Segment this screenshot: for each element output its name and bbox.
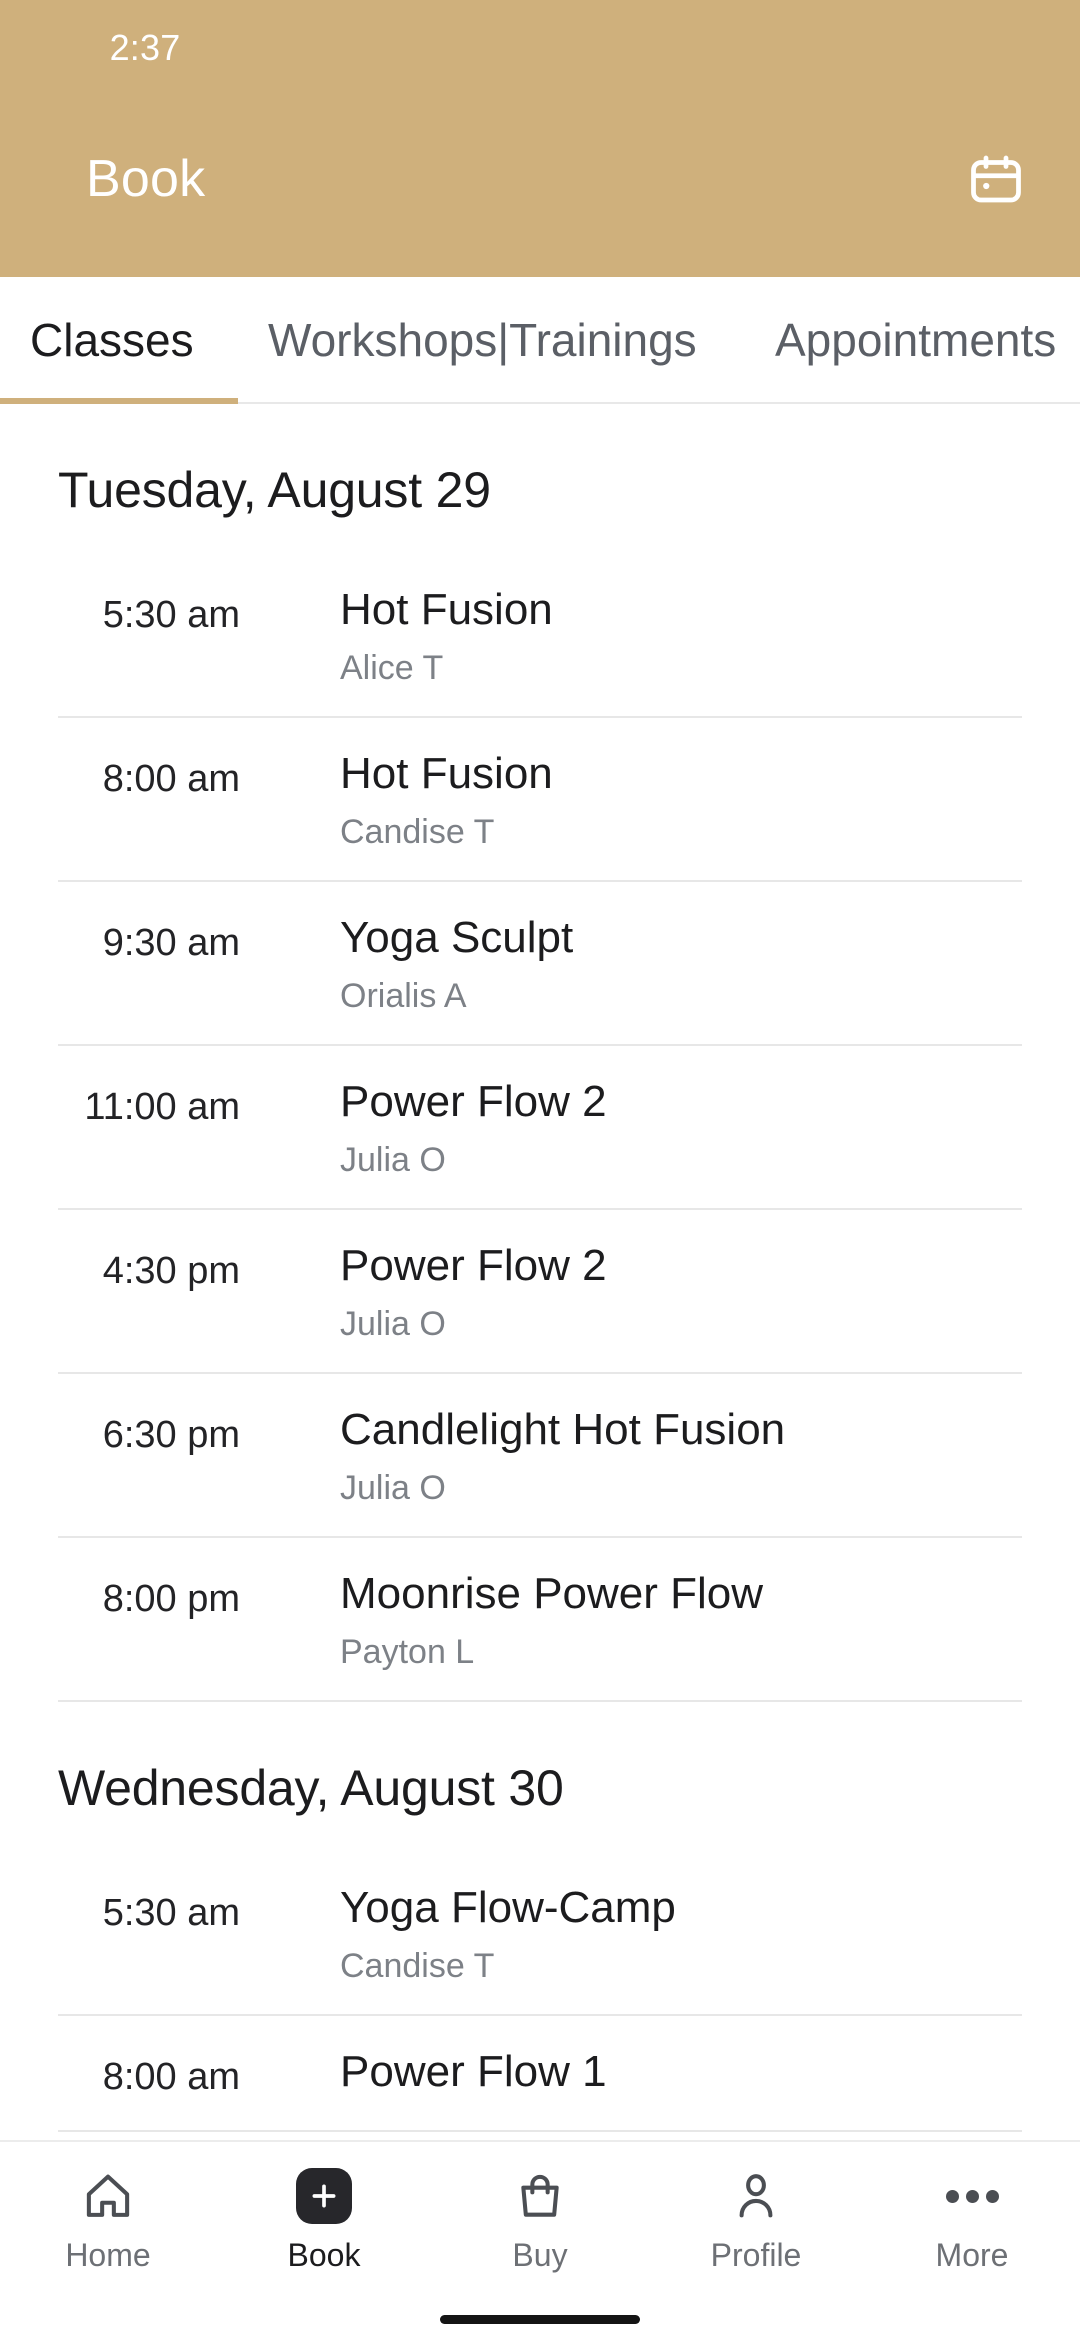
class-details: Hot Fusion Candise T [340, 746, 553, 856]
class-details: Power Flow 2 Julia O [340, 1238, 607, 1348]
class-details: Power Flow 2 Julia O [340, 1074, 607, 1184]
class-list-item[interactable]: 5:30 am Hot Fusion Alice T [0, 554, 1080, 718]
class-list-item[interactable]: 4:30 pm Power Flow 2 Julia O [0, 1210, 1080, 1374]
class-instructor: Candise T [340, 1947, 495, 1985]
person-icon [729, 2164, 783, 2228]
class-name: Candlelight Hot Fusion [340, 1405, 786, 1454]
class-name: Moonrise Power Flow [340, 1569, 764, 1618]
class-time: 11:00 am [84, 1086, 240, 1128]
class-time: 4:30 pm [102, 1250, 240, 1292]
tab-appointments-label: Appointments [775, 314, 1057, 366]
tab-classes[interactable]: Classes [30, 277, 194, 404]
day-header: Wednesday, August 30 [58, 1760, 564, 1816]
calendar-button[interactable] [954, 140, 1038, 224]
tab-workshops-trainings-label: Workshops|Trainings [268, 314, 697, 366]
class-instructor: Julia O [340, 1305, 446, 1343]
nav-item-buy[interactable]: Buy [432, 2142, 648, 2294]
class-schedule-list[interactable]: Tuesday, August 29 5:30 am Hot Fusion Al… [0, 404, 1080, 2140]
class-time: 5:30 am [102, 594, 240, 636]
home-icon [81, 2164, 135, 2228]
class-name: Power Flow 1 [340, 2047, 607, 2096]
class-details: Candlelight Hot Fusion Julia O [340, 1402, 785, 1512]
nav-label-profile: Profile [710, 2237, 802, 2273]
class-details: Moonrise Power Flow Payton L [340, 1566, 763, 1676]
class-details: Yoga Flow-Camp Candise T [340, 1880, 676, 1990]
status-bar-clock: 2:37 [109, 27, 181, 68]
page-title: Book [86, 150, 206, 208]
class-time: 8:00 am [102, 758, 240, 800]
class-instructor: Julia O [340, 1469, 446, 1507]
class-details: Power Flow 1 [340, 2044, 607, 2106]
class-instructor: Alice T [340, 649, 444, 687]
class-instructor: Julia O [340, 1141, 446, 1179]
class-list-item[interactable]: 11:00 am Power Flow 2 Julia O [0, 1046, 1080, 1210]
class-time: 8:00 am [102, 2056, 240, 2098]
class-name: Yoga Sculpt [340, 913, 574, 962]
class-list-item[interactable]: 6:30 pm Candlelight Hot Fusion Julia O [0, 1374, 1080, 1538]
class-list-item[interactable]: 9:30 am Yoga Sculpt Orialis A [0, 882, 1080, 1046]
nav-item-book[interactable]: Book [216, 2142, 432, 2294]
plus-square-icon [296, 2164, 352, 2228]
class-name: Power Flow 2 [340, 1241, 607, 1290]
class-instructor: Orialis A [340, 977, 467, 1015]
app-bar: Book [0, 96, 1080, 277]
nav-label-book: Book [287, 2237, 361, 2273]
class-list-item[interactable]: 8:00 pm Moonrise Power Flow Payton L [0, 1538, 1080, 1702]
class-list-item[interactable]: 8:00 am Power Flow 1 [0, 2016, 1080, 2132]
tab-bar: Classes Workshops|Trainings Appointments [0, 277, 1080, 404]
nav-item-profile[interactable]: Profile [648, 2142, 864, 2294]
class-time: 8:00 pm [102, 1578, 240, 1620]
app-header: 2:37 Book [0, 0, 1080, 277]
ellipsis-icon [945, 2164, 999, 2228]
class-name: Hot Fusion [340, 749, 553, 798]
class-time: 6:30 pm [102, 1414, 240, 1456]
class-name: Yoga Flow-Camp [340, 1883, 676, 1932]
class-name: Hot Fusion [340, 585, 553, 634]
class-list-item[interactable]: 8:00 am Hot Fusion Candise T [0, 718, 1080, 882]
tab-classes-label: Classes [30, 314, 194, 366]
day-header: Tuesday, August 29 [58, 462, 491, 518]
class-time: 5:30 am [102, 1892, 240, 1934]
class-instructor: Payton L [340, 1633, 475, 1671]
class-list-item[interactable]: 5:30 am Yoga Flow-Camp Candise T [0, 1852, 1080, 2016]
app-screen: 2:37 Book Classes Workshops|Trainings Ap… [0, 0, 1080, 2340]
day-group: Wednesday, August 30 5:30 am Yoga Flow-C… [0, 1702, 1080, 2132]
shopping-bag-icon [513, 2164, 567, 2228]
nav-label-buy: Buy [512, 2237, 568, 2273]
status-bar: 2:37 [0, 0, 1080, 96]
tab-workshops-trainings[interactable]: Workshops|Trainings [268, 277, 697, 404]
class-details: Hot Fusion Alice T [340, 582, 553, 692]
nav-item-more[interactable]: More [864, 2142, 1080, 2294]
class-instructor: Candise T [340, 813, 495, 851]
nav-label-home: Home [65, 2237, 151, 2273]
home-indicator [440, 2315, 640, 2324]
calendar-icon [966, 150, 1026, 215]
class-details: Yoga Sculpt Orialis A [340, 910, 573, 1020]
bottom-nav-items: Home Book Buy Profile More [0, 2142, 1080, 2294]
class-time: 9:30 am [102, 922, 240, 964]
bottom-navigation-bar: Home Book Buy Profile More [0, 2140, 1080, 2340]
tab-appointments[interactable]: Appointments [775, 277, 1056, 404]
class-name: Power Flow 2 [340, 1077, 607, 1126]
nav-label-more: More [935, 2237, 1009, 2273]
nav-item-home[interactable]: Home [0, 2142, 216, 2294]
day-group: Tuesday, August 29 5:30 am Hot Fusion Al… [0, 404, 1080, 1702]
